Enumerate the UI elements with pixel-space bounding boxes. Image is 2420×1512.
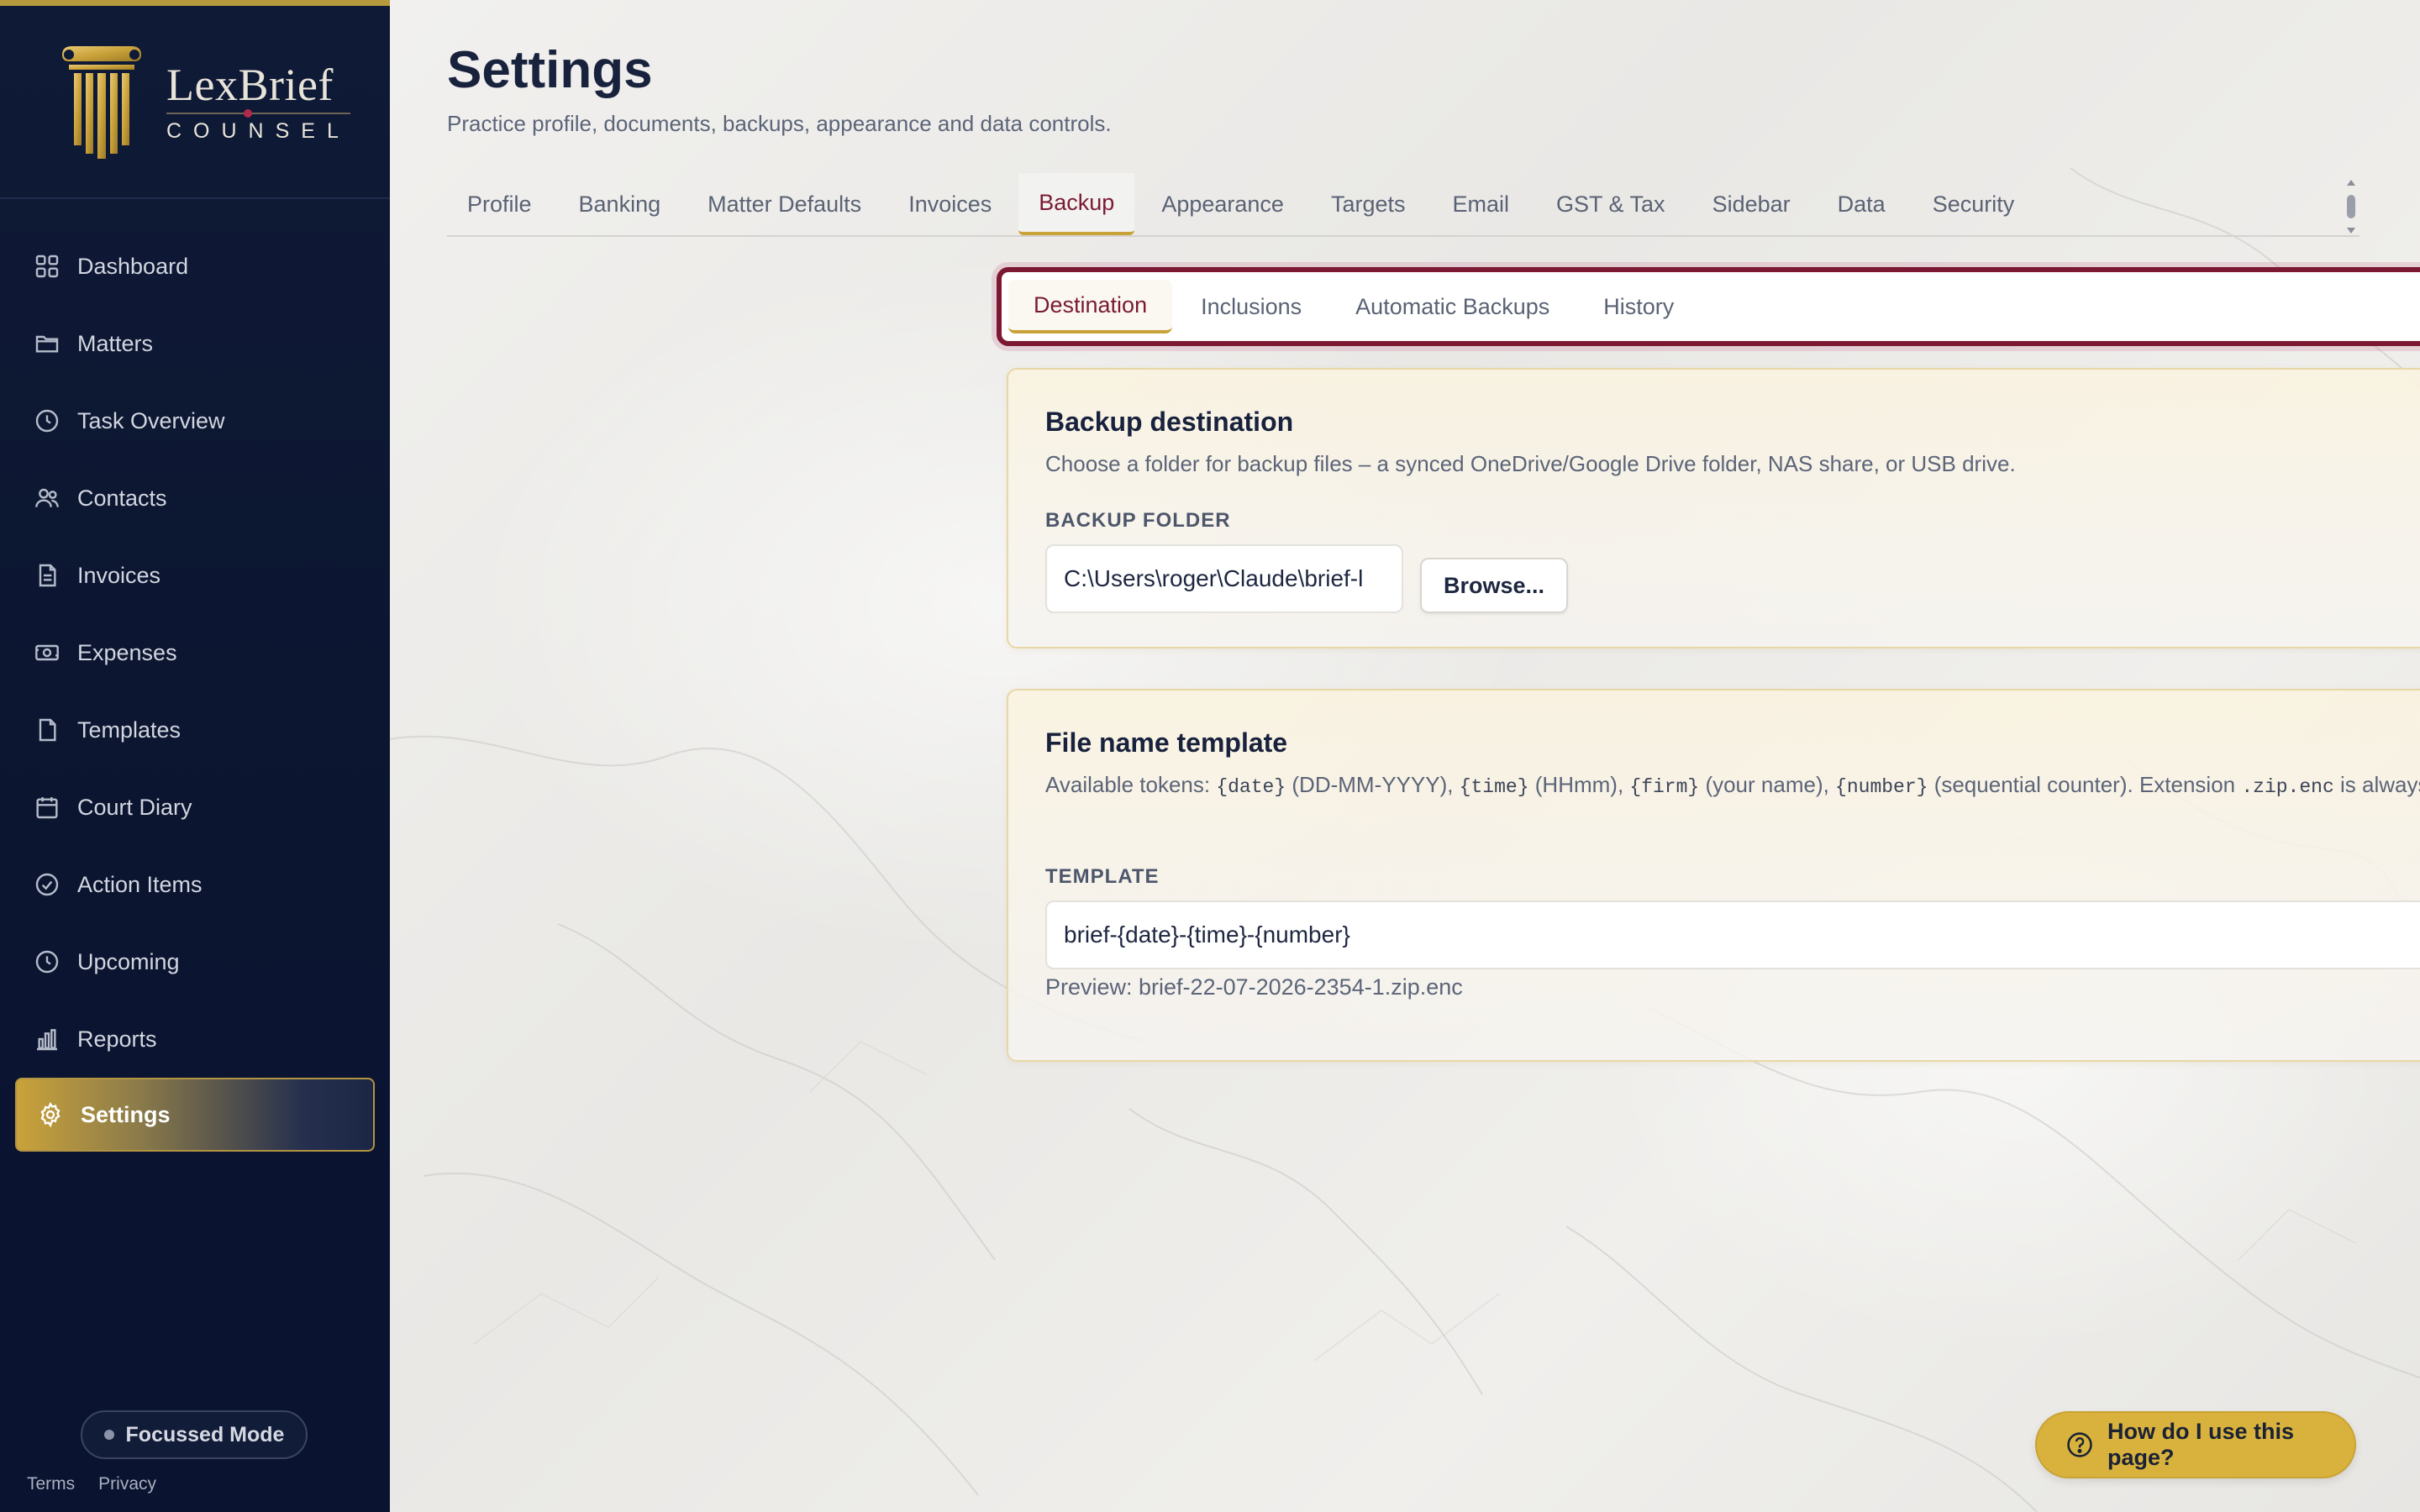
- tab-profile[interactable]: Profile: [447, 173, 552, 235]
- focussed-mode-button[interactable]: Focussed Mode: [81, 1410, 308, 1459]
- sidebar-nav: Dashboard Matters Task Overview Contacts…: [0, 228, 390, 1152]
- template-preview: Preview: brief-22-07-2026-2354-1.zip.enc: [1045, 974, 1463, 1000]
- calendar-icon: [34, 794, 60, 821]
- sidebar-item-matters[interactable]: Matters: [0, 305, 390, 382]
- clock-icon: [34, 407, 60, 434]
- tab-appearance[interactable]: Appearance: [1141, 173, 1304, 235]
- brand-name: LexBrief: [166, 59, 334, 110]
- template-input[interactable]: brief-{date}-{time}-{number}: [1045, 900, 2420, 969]
- brand[interactable]: LexBrief COUNSEL: [0, 6, 390, 199]
- token-date: {date}: [1216, 776, 1286, 798]
- tab-security[interactable]: Security: [1912, 173, 2035, 235]
- bar-chart-icon: [34, 1026, 60, 1053]
- tab-sidebar[interactable]: Sidebar: [1692, 173, 1811, 235]
- pillar-logo-icon: [62, 46, 141, 159]
- brand-subtitle: COUNSEL: [166, 108, 350, 144]
- sidebar-item-label: Court Diary: [77, 794, 192, 820]
- sidebar-item-dashboard[interactable]: Dashboard: [0, 228, 390, 305]
- sidebar-item-court-diary[interactable]: Court Diary: [0, 769, 390, 846]
- card-title: Backup destination: [1045, 407, 1294, 437]
- tab-targets[interactable]: Targets: [1311, 173, 1426, 235]
- help-button-label: How do I use this page?: [2107, 1419, 2295, 1470]
- main-content: Settings Practice profile, documents, ba…: [390, 0, 2420, 1512]
- sidebar-item-label: Task Overview: [77, 407, 225, 433]
- card-description: Choose a folder for backup files – a syn…: [1045, 451, 2016, 476]
- desc-text: (your name),: [1699, 772, 1836, 797]
- template-label: TEMPLATE: [1045, 865, 1160, 888]
- file-name-template-card: File name template Available tokens: {da…: [1007, 689, 2420, 1062]
- clock-icon: [34, 948, 60, 975]
- tab-matter-defaults[interactable]: Matter Defaults: [687, 173, 881, 235]
- sidebar-item-label: Expenses: [77, 639, 177, 665]
- card-description: Available tokens: {date} (DD-MM-YYYY), {…: [1045, 768, 2420, 804]
- subtab-destination[interactable]: Destination: [1008, 280, 1173, 333]
- users-icon: [34, 485, 60, 512]
- document-icon: [34, 562, 60, 589]
- tab-email[interactable]: Email: [1432, 173, 1529, 235]
- tab-gst-tax[interactable]: GST & Tax: [1536, 173, 1686, 235]
- sidebar-item-templates[interactable]: Templates: [0, 691, 390, 769]
- footer-links: Terms Privacy: [27, 1474, 156, 1494]
- sidebar-item-expenses[interactable]: Expenses: [0, 614, 390, 691]
- banknote-icon: [34, 639, 60, 666]
- backup-folder-label: BACKUP FOLDER: [1045, 509, 1231, 532]
- sidebar-item-upcoming[interactable]: Upcoming: [0, 923, 390, 1000]
- question-circle-icon: [2065, 1431, 2094, 1459]
- desc-text: (sequential counter). Extension: [1928, 772, 2242, 797]
- desc-text: Available tokens:: [1045, 772, 1217, 797]
- folder-icon: [34, 330, 60, 357]
- sidebar-item-label: Dashboard: [77, 253, 189, 279]
- sidebar-item-label: Templates: [77, 717, 182, 743]
- status-dot: [103, 1430, 114, 1440]
- subtab-history[interactable]: History: [1578, 280, 1699, 333]
- sidebar-item-label: Reports: [77, 1026, 157, 1052]
- tab-invoices[interactable]: Invoices: [888, 173, 1012, 235]
- tabs-scrollbar[interactable]: [2343, 176, 2360, 237]
- help-button[interactable]: How do I use this page?: [2035, 1411, 2356, 1478]
- tab-banking[interactable]: Banking: [559, 173, 681, 235]
- brand-sub-text: COUNSEL: [166, 118, 350, 143]
- sidebar-item-label: Upcoming: [77, 948, 180, 974]
- sidebar-item-label: Contacts: [77, 485, 167, 511]
- sidebar-item-action-items[interactable]: Action Items: [0, 846, 390, 923]
- settings-tabs: Profile Banking Matter Defaults Invoices…: [447, 173, 2360, 237]
- backup-folder-input[interactable]: C:\Users\roger\Claude\brief-l: [1045, 544, 1403, 613]
- browse-button[interactable]: Browse...: [1420, 558, 1568, 613]
- sidebar-item-label: Invoices: [77, 562, 161, 588]
- sidebar-item-label: Settings: [81, 1101, 171, 1127]
- page-title: Settings: [447, 41, 653, 99]
- card-title: File name template: [1045, 727, 1288, 758]
- sidebar-item-settings[interactable]: Settings: [15, 1078, 375, 1152]
- focussed-mode-label: Focussed Mode: [125, 1422, 285, 1446]
- grid-icon: [34, 253, 60, 280]
- sidebar-item-label: Matters: [77, 330, 154, 356]
- file-icon: [34, 717, 60, 743]
- desc-text: is always appended.: [2339, 772, 2420, 797]
- token-number: {number}: [1835, 776, 1928, 798]
- subtab-automatic-backups[interactable]: Automatic Backups: [1330, 280, 1575, 333]
- check-circle-icon: [34, 871, 60, 898]
- page-subtitle: Practice profile, documents, backups, ap…: [447, 111, 1112, 136]
- sidebar: LexBrief COUNSEL Dashboard Matters Task …: [0, 0, 390, 1512]
- desc-text: (HHmm),: [1528, 772, 1630, 797]
- sidebar-item-task-overview[interactable]: Task Overview: [0, 382, 390, 459]
- sidebar-item-label: Action Items: [77, 871, 203, 897]
- sidebar-item-invoices[interactable]: Invoices: [0, 537, 390, 614]
- token-firm: {firm}: [1629, 776, 1700, 798]
- tab-data[interactable]: Data: [1818, 173, 1906, 235]
- backup-destination-card: Backup destination Choose a folder for b…: [1007, 368, 2420, 648]
- sidebar-item-reports[interactable]: Reports: [0, 1000, 390, 1078]
- desc-text: (DD-MM-YYYY),: [1286, 772, 1460, 797]
- tab-backup[interactable]: Backup: [1018, 173, 1135, 235]
- sidebar-item-contacts[interactable]: Contacts: [0, 459, 390, 537]
- terms-link[interactable]: Terms: [27, 1474, 75, 1494]
- subtab-inclusions[interactable]: Inclusions: [1176, 280, 1327, 333]
- privacy-link[interactable]: Privacy: [98, 1474, 156, 1494]
- token-extension: .zip.enc: [2241, 776, 2334, 798]
- token-time: {time}: [1459, 776, 1529, 798]
- backup-subtabs: Destination Inclusions Automatic Backups…: [997, 267, 2420, 346]
- brand-dot: [244, 108, 252, 118]
- gear-icon: [37, 1101, 64, 1128]
